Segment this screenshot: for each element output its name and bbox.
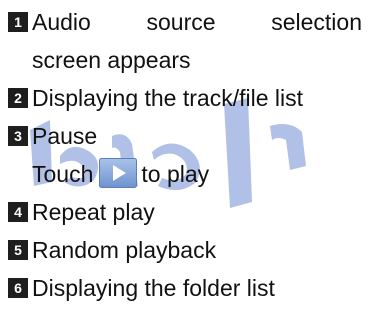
- item-3-line1: Pause: [32, 123, 98, 149]
- item-5-text: Random playback: [32, 237, 217, 263]
- list-item-3: 3 Pause Touch to play: [8, 117, 370, 193]
- item-3-text: Pause Touch to play: [32, 117, 370, 193]
- list-item-1: 1 Audio source selection screen appears: [8, 3, 370, 79]
- item-1-line2: screen appears: [32, 47, 191, 73]
- number-badge-3: 3: [8, 126, 28, 146]
- number-badge-1: 1: [8, 12, 28, 32]
- number-badge-5: 5: [8, 240, 28, 260]
- number-badge-2: 2: [8, 88, 28, 108]
- item-3-touch-label: Touch: [32, 161, 94, 187]
- number-badge-4: 4: [8, 202, 28, 222]
- item-1-text: Audio source selection screen appears: [32, 3, 370, 79]
- item-4-text: Repeat play: [32, 199, 155, 225]
- list-item-4: 4 Repeat play: [8, 193, 370, 231]
- item-3-to-play-label: to play: [141, 161, 210, 187]
- list-item-2: 2 Displaying the track/file list: [8, 79, 370, 117]
- list-item-6: 6 Displaying the folder list: [8, 269, 370, 307]
- play-icon: [99, 158, 138, 188]
- item-2-text: Displaying the track/file list: [32, 85, 303, 111]
- item-6-text: Displaying the folder list: [32, 275, 275, 301]
- feature-list: 1 Audio source selection screen appears …: [8, 3, 370, 307]
- number-badge-6: 6: [8, 278, 28, 298]
- list-item-5: 5 Random playback: [8, 231, 370, 269]
- item-3-line2: Touch to play: [32, 155, 370, 193]
- item-1-line1: Audio source selection: [32, 9, 362, 35]
